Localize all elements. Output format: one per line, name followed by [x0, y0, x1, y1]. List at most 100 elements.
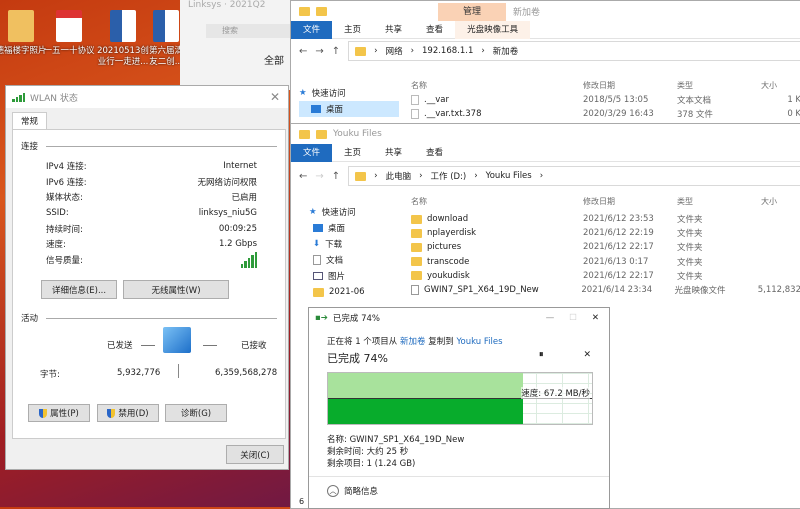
- forward-button[interactable]: →: [315, 171, 323, 182]
- file-row[interactable]: youkudisk 2021/6/12 22:17 文件夹: [291, 269, 800, 283]
- tab-manage[interactable]: 管理: [438, 3, 506, 21]
- breadcrumb-item[interactable]: 工作 (D:): [431, 170, 467, 182]
- column-type[interactable]: 类型: [677, 196, 761, 207]
- dialog-title: WLAN 状态: [30, 93, 78, 104]
- file-row[interactable]: nplayerdisk 2021/6/12 22:19 文件夹: [291, 226, 800, 240]
- file-row[interactable]: .__var.txt.378 2020/3/29 16:43 378 文件 0 K: [291, 107, 800, 121]
- source-link[interactable]: 新加卷: [400, 337, 426, 347]
- tab-home[interactable]: 主页: [332, 144, 373, 162]
- speed-area: [328, 399, 524, 424]
- signal-bar: [240, 263, 243, 268]
- forward-button[interactable]: →: [315, 46, 323, 57]
- maximize-button[interactable]: ☐: [569, 313, 577, 323]
- desktop-icon[interactable]: 一五一十协议: [40, 4, 98, 57]
- window-title: Youku Files: [333, 129, 382, 139]
- bytes-label: 字节:: [40, 370, 60, 380]
- wireless-properties-button[interactable]: 无线属性(W): [123, 280, 229, 299]
- disable-button[interactable]: 禁用(D): [97, 404, 159, 422]
- signal-strength-icon: [240, 251, 257, 268]
- folder-icon: [299, 129, 310, 139]
- back-button[interactable]: ←: [299, 46, 307, 57]
- breadcrumb-item[interactable]: Youku Files: [486, 171, 532, 181]
- status-item-count: 6: [299, 497, 305, 506]
- row-label: 持续时间:: [46, 224, 83, 235]
- wifi-icon: [12, 92, 25, 102]
- row-value: 无网络访问权限: [197, 177, 257, 188]
- up-button[interactable]: ↑: [332, 46, 340, 57]
- signal-quality-row: 信号质量:: [13, 251, 285, 268]
- tab-disc-image-tools[interactable]: 光盘映像工具: [455, 20, 531, 39]
- speed-graph: 速度: 67.2 MB/秒: [327, 372, 593, 425]
- column-size[interactable]: 大小: [761, 196, 777, 207]
- breadcrumb-item[interactable]: 此电脑: [386, 170, 412, 182]
- folder-icon: [316, 129, 327, 139]
- column-date[interactable]: 修改日期: [583, 80, 677, 91]
- signal-bar: [244, 260, 247, 268]
- tab-view[interactable]: 查看: [414, 144, 455, 162]
- tab-all[interactable]: 全部: [264, 52, 292, 67]
- file-row[interactable]: download 2021/6/12 23:53 文件夹: [291, 212, 800, 226]
- details-button[interactable]: 详细信息(E)...: [41, 280, 117, 299]
- destination-link[interactable]: Youku Files: [456, 337, 502, 347]
- row-label: IPv6 连接:: [46, 177, 87, 188]
- row-value: 已启用: [231, 193, 257, 204]
- word-icon: [153, 10, 179, 42]
- connection-row: 持续时间: 00:09:25: [13, 221, 285, 237]
- tab-share[interactable]: 共享: [373, 21, 414, 39]
- row-value: 1.2 Gbps: [218, 239, 257, 250]
- column-size[interactable]: 大小: [761, 80, 777, 91]
- file-row[interactable]: transcode 2021/6/13 0:17 文件夹: [291, 255, 800, 269]
- divider: [203, 345, 217, 346]
- tab-share[interactable]: 共享: [373, 144, 414, 162]
- connection-row: IPv4 连接: Internet: [13, 158, 285, 174]
- row-label: 媒体状态:: [46, 193, 83, 204]
- address-bar[interactable]: › 网络 › 192.168.1.1 › 新加卷: [348, 41, 800, 61]
- word-icon: [110, 10, 136, 42]
- file-row[interactable]: GWIN7_SP1_X64_19D_New 2021/6/14 23:34 光盘映像…: [291, 283, 800, 297]
- row-value: 00:09:25: [218, 223, 257, 234]
- pause-button[interactable]: ⏸: [539, 350, 544, 366]
- cancel-button[interactable]: ✕: [583, 350, 591, 366]
- breadcrumb-item[interactable]: 新加卷: [493, 45, 519, 57]
- tab-general[interactable]: 常规: [12, 112, 48, 130]
- close-button[interactable]: 关闭(C): [226, 445, 284, 464]
- up-button[interactable]: ↑: [332, 171, 340, 182]
- folder-icon: [355, 171, 367, 181]
- copy-progress-dialog[interactable]: ▪➔ 已完成 74% — ☐ ✕ 正在将 1 个项目从 新加卷 复制到 Youku F…: [308, 307, 610, 509]
- close-icon[interactable]: ✕: [592, 313, 599, 323]
- breadcrumb-item[interactable]: 网络: [386, 45, 403, 57]
- tab-file[interactable]: 文件: [291, 20, 333, 39]
- column-name[interactable]: 名称: [291, 196, 583, 207]
- wlan-status-dialog[interactable]: WLAN 状态 ✕ 常规 连接 IPv4 连接: Internet IPv6 连接:…: [5, 85, 289, 470]
- explorer-window-network[interactable]: 管理 新加卷 文件 主页 共享 查看 光盘映像工具 ← → ↑ › 网络 › 192.168.1.…: [290, 0, 800, 126]
- time-remaining: 剩余时间: 大约 25 秒: [327, 447, 409, 457]
- folder-icon: [411, 228, 422, 238]
- shield-icon: [39, 408, 48, 418]
- search-input[interactable]: 搜索: [206, 24, 292, 38]
- file-row[interactable]: .__var 2018/5/5 13:05 文本文档 1 K: [291, 93, 800, 107]
- column-name[interactable]: 名称: [291, 80, 583, 91]
- column-date[interactable]: 修改日期: [583, 196, 677, 207]
- file-row[interactable]: pictures 2021/6/12 22:17 文件夹: [291, 240, 800, 254]
- tab-file[interactable]: 文件: [291, 143, 333, 162]
- tab-home[interactable]: 主页: [332, 21, 373, 39]
- background-window[interactable]: Linksys · 2021Q2 搜索 全部: [180, 0, 292, 90]
- desktop-icon[interactable]: 20210513创业行一走进...: [94, 4, 152, 68]
- speed-label: 速度: 67.2 MB/秒: [521, 387, 590, 399]
- bytes-received: 6,359,568,278: [215, 368, 278, 378]
- column-type[interactable]: 类型: [677, 80, 761, 91]
- signal-bar: [251, 254, 254, 268]
- row-label: 速度:: [46, 240, 66, 251]
- close-icon[interactable]: ✕: [270, 90, 280, 104]
- properties-button[interactable]: 属性(P): [28, 404, 90, 422]
- minimize-button[interactable]: —: [546, 313, 555, 323]
- diagnose-button[interactable]: 诊断(G): [165, 404, 227, 422]
- address-bar[interactable]: › 此电脑 › 工作 (D:) › Youku Files ›: [348, 166, 800, 186]
- received-label: 已接收: [241, 341, 267, 351]
- tab-view[interactable]: 查看: [414, 21, 455, 39]
- connection-row: 媒体状态: 已启用: [13, 189, 285, 205]
- folder-icon: [316, 6, 327, 16]
- breadcrumb-item[interactable]: 192.168.1.1: [422, 46, 473, 56]
- less-info-toggle[interactable]: ︿ 简略信息: [309, 476, 609, 497]
- back-button[interactable]: ←: [299, 171, 307, 182]
